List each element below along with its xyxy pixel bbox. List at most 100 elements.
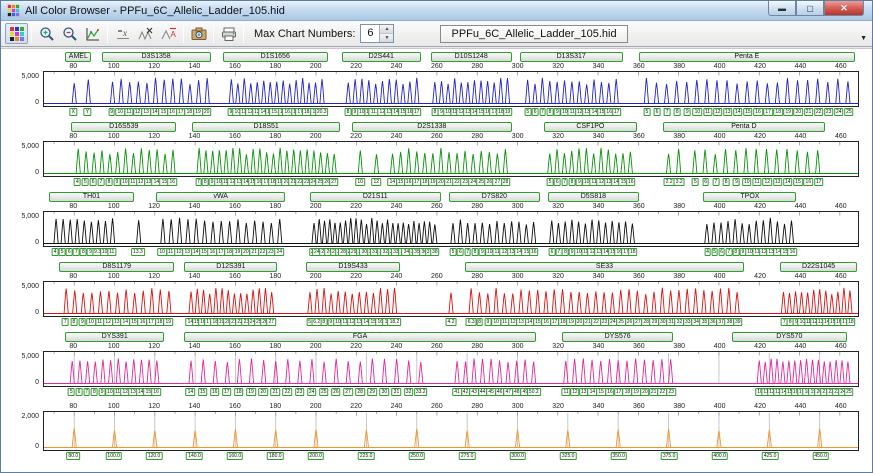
- electropherogram-plot[interactable]: [43, 351, 859, 387]
- marker-box-tpox[interactable]: TPOX: [703, 192, 797, 202]
- scale-chart-icon: [86, 27, 99, 40]
- bp-tick-label: 220: [350, 203, 362, 210]
- marker-box-csf1po[interactable]: CSF1PO: [543, 122, 637, 132]
- marker-box-penta-e[interactable]: Penta E: [638, 52, 855, 62]
- electropherogram-plot[interactable]: [43, 281, 859, 317]
- bp-tick-label: 100: [107, 203, 120, 210]
- toolbar: x A Max Chart Numbers: 6 ▲ ▼ PPFu_6C_All…: [1, 21, 872, 47]
- bp-tick-label: 360: [632, 133, 645, 140]
- bp-tick-label: 400: [713, 273, 726, 280]
- allele-label: 450.0: [812, 452, 829, 460]
- allele-label: 5: [58, 248, 66, 256]
- chart-panel-red: D8S1179 D12S391 D19S433 SE33 D22S1045 80 100 12…: [1, 262, 872, 328]
- marker-box-penta-d[interactable]: Penta D: [663, 122, 825, 132]
- marker-box-dys391[interactable]: DYS391: [65, 332, 165, 342]
- marker-box-d3s1358[interactable]: D3S1358: [101, 52, 211, 62]
- bp-tick-label: 460: [834, 203, 847, 210]
- svg-text:x: x: [122, 28, 127, 38]
- allele-label: 18: [846, 318, 856, 326]
- allele-label: 12: [762, 178, 773, 186]
- bp-tick-label: 400: [713, 203, 726, 210]
- close-button[interactable]: ✕: [824, 1, 864, 16]
- allele-label-row: 4 5 6 7 8 9 9.3 10 11 13.3 10 11 12 13 14 15 16 17 18 19 20 2…: [1, 247, 872, 258]
- snapshot-button[interactable]: [187, 23, 210, 44]
- all-color-view-button[interactable]: [5, 23, 28, 44]
- bp-tick-label: 280: [471, 343, 484, 350]
- allele-label: 18: [773, 108, 783, 116]
- scale-chart-button[interactable]: [81, 23, 104, 44]
- spinner-down-icon[interactable]: ▼: [380, 34, 394, 42]
- allele-label: 8: [105, 178, 113, 186]
- allele-label-row: 5 6 7 8 9 10 11 12 13 14 15 16 14 15 16 17 18 19 20 21 22 23 2…: [1, 387, 872, 398]
- bp-tick-label: 180: [269, 403, 282, 410]
- marker-box-d22s1045[interactable]: D22S1045: [780, 262, 857, 272]
- sample-tab[interactable]: PPFu_6C_Allelic_Ladder_105.hid: [440, 24, 628, 43]
- electropherogram-plot[interactable]: [43, 211, 859, 247]
- allele-label: 15: [793, 178, 803, 186]
- electropherogram-plot[interactable]: [43, 411, 859, 451]
- bp-tick-label: 180: [269, 273, 282, 280]
- orange-trace: [44, 428, 858, 448]
- allele-label: 14: [783, 178, 793, 186]
- maximize-button[interactable]: ▢: [796, 1, 824, 16]
- allele-label: 300.0: [509, 452, 526, 460]
- allele-label: 5: [711, 248, 718, 256]
- bp-tick-label: 140: [188, 273, 201, 280]
- allele-label: 15: [197, 388, 208, 396]
- marker-box-d18s51[interactable]: D18S51: [192, 122, 340, 132]
- zoom-out-button[interactable]: [58, 23, 81, 44]
- peaks-a-button[interactable]: A: [157, 23, 180, 44]
- spinner-buttons: ▲ ▼: [379, 25, 394, 42]
- allele-label: 5: [524, 108, 532, 116]
- marker-box-d7s820[interactable]: D7S820: [448, 192, 540, 202]
- bp-tick-label: 120: [148, 273, 160, 280]
- marker-box-se33[interactable]: SE33: [465, 262, 744, 272]
- marker-box-vwa[interactable]: vWA: [156, 192, 286, 202]
- bp-tick-label: 420: [754, 403, 766, 410]
- marker-box-dys576[interactable]: DYS576: [562, 332, 674, 342]
- bp-tick-label: 320: [552, 133, 564, 140]
- allele-label: 13.3: [131, 248, 145, 256]
- allele-label: 17: [411, 108, 422, 116]
- max-chart-numbers-spinner[interactable]: 6 ▲ ▼: [360, 24, 395, 43]
- marker-box-d8s1179[interactable]: D8S1179: [59, 262, 175, 272]
- print-button[interactable]: [217, 23, 240, 44]
- allele-label: 8: [344, 108, 352, 116]
- marker-box-d5s818[interactable]: D5S818: [547, 192, 639, 202]
- red-trace: [44, 287, 858, 314]
- spinner-up-icon[interactable]: ▲: [380, 25, 394, 34]
- marker-box-d1s1656[interactable]: D1S1656: [222, 52, 328, 62]
- marker-box-fga[interactable]: FGA: [184, 332, 536, 342]
- marker-box-amel[interactable]: AMEL: [65, 52, 92, 62]
- marker-box-d13s317[interactable]: D13S317: [519, 52, 623, 62]
- marker-box-d2s441[interactable]: D2S441: [341, 52, 421, 62]
- hide-baseline-button[interactable]: x: [111, 23, 134, 44]
- allele-label: 5: [692, 178, 699, 186]
- tab-list-dropdown-icon[interactable]: ▼: [860, 35, 867, 42]
- minimize-button[interactable]: ▬: [768, 1, 796, 16]
- marker-box-d10s1248[interactable]: D10S1248: [430, 52, 512, 62]
- allele-label: 4: [73, 178, 81, 186]
- plot-wrap: 5,000 0: [1, 71, 872, 107]
- bp-tick-label: 300: [511, 403, 524, 410]
- toolbar-separator: [213, 24, 214, 43]
- marker-box-dys570[interactable]: DYS570: [731, 332, 847, 342]
- marker-box-d21s11[interactable]: D21S11: [309, 192, 441, 202]
- bp-tick-label: 220: [350, 403, 362, 410]
- allele-label: 8: [732, 248, 740, 256]
- marker-box-th01[interactable]: TH01: [49, 192, 134, 202]
- allele-label-row: 80.0 100.0 120.0 140.0 160.0 180.0 200.0 225.0 2…: [1, 451, 872, 462]
- bp-tick-label: 440: [794, 273, 807, 280]
- peaks-x-button[interactable]: [134, 23, 157, 44]
- allele-label: 24: [834, 108, 844, 116]
- marker-box-d12s391[interactable]: D12S391: [184, 262, 278, 272]
- marker-box-d19s433[interactable]: D19S433: [305, 262, 401, 272]
- zoom-in-button[interactable]: [35, 23, 58, 44]
- allele-label: 19: [163, 318, 173, 326]
- bp-tick-label: 80: [69, 63, 78, 70]
- electropherogram-plot[interactable]: [43, 141, 859, 177]
- app-icon: [7, 4, 20, 17]
- marker-box-d16s539[interactable]: D16S539: [71, 122, 177, 132]
- electropherogram-plot[interactable]: [43, 71, 859, 107]
- marker-box-d2s1338[interactable]: D2S1338: [352, 122, 512, 132]
